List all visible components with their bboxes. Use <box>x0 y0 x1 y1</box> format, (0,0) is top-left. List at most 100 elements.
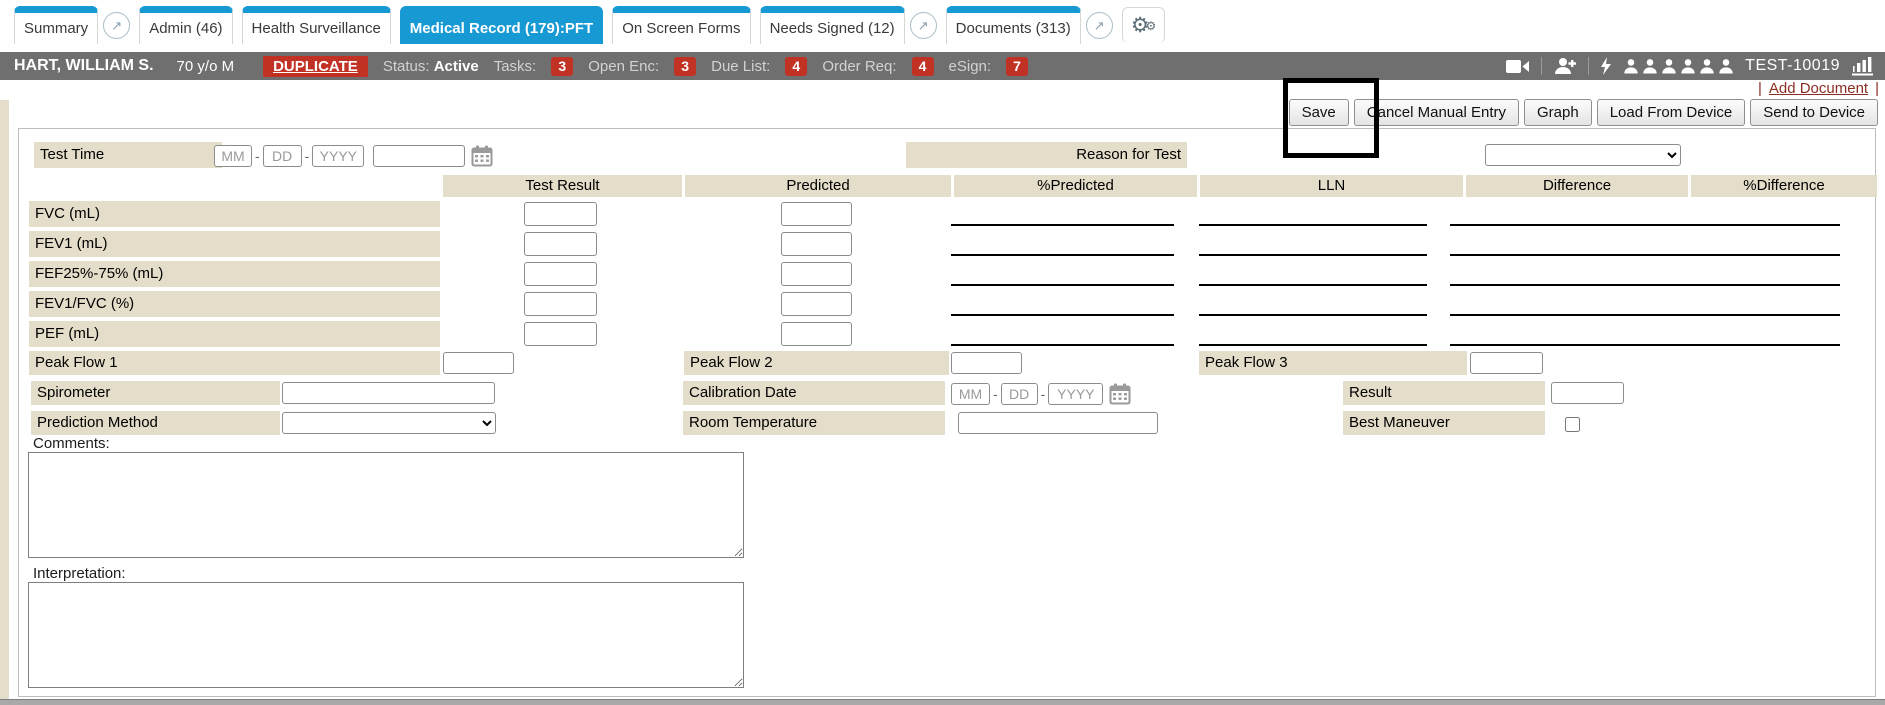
pef-difference-blank <box>1450 344 1696 346</box>
cancel-manual-entry-button[interactable]: Cancel Manual Entry <box>1354 99 1519 126</box>
open-enc-count-badge[interactable]: 3 <box>674 57 696 76</box>
tab-label: Health Surveillance <box>252 20 381 37</box>
tasks-label: Tasks: <box>494 58 537 75</box>
peak-flow-2-input[interactable] <box>951 352 1022 374</box>
fev1-fvc-test-result-input[interactable] <box>524 292 597 316</box>
test-time-time-input[interactable] <box>373 145 465 167</box>
pef-test-result-input[interactable] <box>524 322 597 346</box>
date-dash: - <box>1041 386 1046 402</box>
best-maneuver-checkbox[interactable] <box>1565 417 1580 432</box>
due-list-count-badge[interactable]: 4 <box>785 57 807 76</box>
tab-settings[interactable]: ⚙⚙ <box>1122 7 1166 43</box>
column-header-percent-difference: %Difference <box>1691 175 1877 197</box>
fef-lln-blank <box>1199 284 1427 286</box>
interpretation-textarea[interactable] <box>28 582 744 688</box>
tab-label: Documents (313) <box>956 20 1071 37</box>
row-label-fev1-fvc: FEV1/FVC (%) <box>29 291 440 317</box>
test-time-year-input[interactable] <box>312 145 364 167</box>
esign-count-badge[interactable]: 7 <box>1006 57 1028 76</box>
fef-test-result-input[interactable] <box>524 262 597 286</box>
tab-needs-signed[interactable]: Needs Signed (12) <box>760 6 905 44</box>
calibration-date-label: Calibration Date <box>683 381 945 405</box>
pef-predicted-input[interactable] <box>781 322 852 346</box>
fvc-test-result-input[interactable] <box>524 202 597 226</box>
fev1-difference-blank <box>1450 254 1696 256</box>
tab-documents[interactable]: Documents (313) <box>946 6 1081 44</box>
lightning-icon[interactable] <box>1600 57 1612 75</box>
spirometer-input[interactable] <box>282 382 495 404</box>
popout-arrow-icon: ↗ <box>918 18 929 34</box>
save-button[interactable]: Save <box>1289 99 1349 126</box>
graph-button[interactable]: Graph <box>1524 99 1592 126</box>
pef-lln-blank <box>1199 344 1427 346</box>
needs-signed-popout-button[interactable]: ↗ <box>910 12 937 39</box>
bar-chart-icon[interactable] <box>1851 56 1875 76</box>
fvc-difference-blank <box>1450 224 1696 226</box>
tab-label: Summary <box>24 20 88 37</box>
calibration-date-inputs: - - <box>951 382 1133 406</box>
test-time-label: Test Time <box>34 142 222 168</box>
result-input[interactable] <box>1551 382 1624 404</box>
room-temperature-input[interactable] <box>958 412 1158 434</box>
column-header-predicted: Predicted <box>685 175 951 197</box>
fev1-predicted-input[interactable] <box>781 232 852 256</box>
fev1-fvc-percent-predicted-blank <box>951 314 1174 316</box>
person-icon <box>1718 58 1734 74</box>
status-value: Active <box>434 58 479 75</box>
tab-on-screen-forms[interactable]: On Screen Forms <box>612 6 750 44</box>
spirometer-label: Spirometer <box>31 381 280 405</box>
fev1-fvc-lln-blank <box>1199 314 1427 316</box>
order-req-count-badge[interactable]: 4 <box>912 57 934 76</box>
test-time-day-input[interactable] <box>263 145 302 167</box>
popout-arrow-icon: ↗ <box>111 18 122 34</box>
fev1-test-result-input[interactable] <box>524 232 597 256</box>
add-document-link[interactable]: Add Document <box>1769 80 1868 97</box>
fev1-fvc-predicted-input[interactable] <box>781 292 852 316</box>
column-header-difference: Difference <box>1466 175 1688 197</box>
bottom-scroll-strip <box>0 699 1885 705</box>
send-to-device-button[interactable]: Send to Device <box>1750 99 1878 126</box>
tab-bar: Summary ↗ Admin (46) Health Surveillance… <box>14 6 1174 44</box>
status-label: Status: <box>383 58 430 75</box>
person-icon <box>1661 58 1677 74</box>
fvc-predicted-input[interactable] <box>781 202 852 226</box>
load-from-device-button[interactable]: Load From Device <box>1597 99 1746 126</box>
fef-predicted-input[interactable] <box>781 262 852 286</box>
tab-label: Needs Signed (12) <box>770 20 895 37</box>
tab-medical-record[interactable]: Medical Record (179):PFT <box>400 6 603 44</box>
person-icon <box>1699 58 1715 74</box>
tab-label: On Screen Forms <box>622 20 740 37</box>
tasks-count-badge[interactable]: 3 <box>551 57 573 76</box>
tab-health-surveillance[interactable]: Health Surveillance <box>242 6 391 44</box>
summary-popout-button[interactable]: ↗ <box>103 12 130 39</box>
gears-icon-small: ⚙ <box>1146 19 1157 33</box>
date-dash: - <box>993 386 998 402</box>
popout-arrow-icon: ↗ <box>1094 18 1105 34</box>
person-icon <box>1642 58 1658 74</box>
calendar-icon[interactable] <box>1107 382 1133 406</box>
fef-difference-blank <box>1450 284 1696 286</box>
video-camera-icon[interactable] <box>1506 59 1530 74</box>
calendar-icon[interactable] <box>469 144 495 168</box>
prediction-method-select[interactable] <box>282 412 496 434</box>
peak-flow-1-input[interactable] <box>443 352 514 374</box>
calibration-year-input[interactable] <box>1048 383 1103 405</box>
comments-textarea[interactable] <box>28 452 744 558</box>
fev1-lln-blank <box>1199 254 1427 256</box>
fef-percent-predicted-blank <box>951 284 1174 286</box>
person-icon <box>1623 58 1639 74</box>
documents-popout-button[interactable]: ↗ <box>1086 12 1113 39</box>
add-person-icon[interactable] <box>1553 57 1577 75</box>
tab-admin[interactable]: Admin (46) <box>139 6 232 44</box>
tab-label: Medical Record (179):PFT <box>410 20 593 37</box>
care-team-icons[interactable] <box>1623 58 1734 74</box>
status-group: Status: Active <box>383 58 479 75</box>
peak-flow-3-input[interactable] <box>1470 352 1543 374</box>
tab-summary[interactable]: Summary <box>14 6 98 44</box>
duplicate-badge[interactable]: DUPLICATE <box>263 56 368 77</box>
calibration-month-input[interactable] <box>951 383 990 405</box>
pef-percent-predicted-blank <box>951 344 1174 346</box>
calibration-day-input[interactable] <box>1001 383 1038 405</box>
reason-for-test-select[interactable] <box>1485 144 1681 166</box>
test-time-month-input[interactable] <box>214 145 252 167</box>
